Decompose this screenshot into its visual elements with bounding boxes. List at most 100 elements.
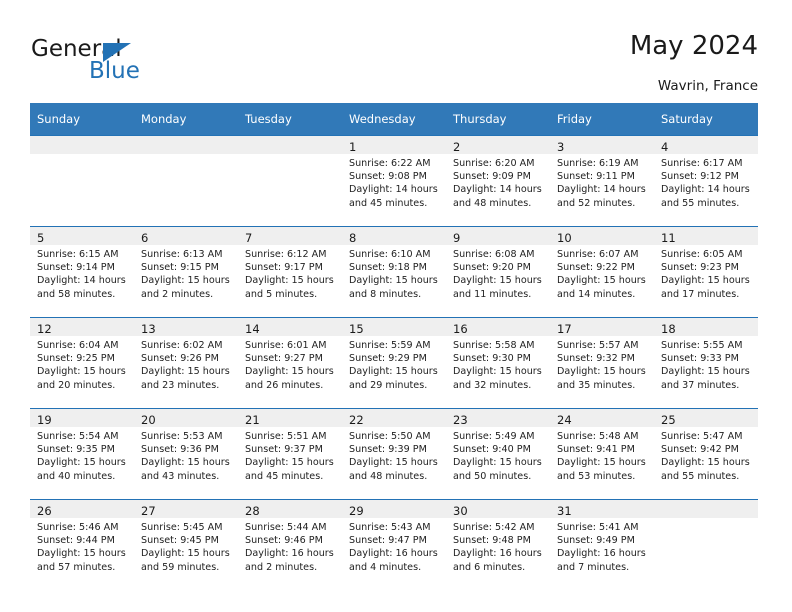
day-detail-line: Daylight: 14 hours bbox=[349, 184, 438, 196]
day-detail-line: Sunset: 9:45 PM bbox=[141, 535, 219, 547]
calendar-day-cell[interactable]: 1 Sunrise: 6:22 AM Sunset: 9:08 PM Daylight… bbox=[342, 135, 446, 227]
day-number-strip: 21 bbox=[238, 409, 342, 427]
day-detail-line: Sunrise: 5:44 AM bbox=[245, 522, 327, 533]
calendar-day-cell[interactable]: 6 Sunrise: 6:13 AM Sunset: 9:15 PM Daylight… bbox=[134, 226, 238, 318]
day-number-strip: 30 bbox=[446, 500, 550, 518]
calendar-day-cell[interactable]: 12 Sunrise: 6:04 AM Sunset: 9:25 PM Dayligh… bbox=[30, 317, 134, 409]
day-number-strip: 8 bbox=[342, 227, 446, 245]
day-detail-text: Sunrise: 6:17 AM Sunset: 9:12 PM Daylight:… bbox=[654, 154, 758, 210]
calendar-day-cell[interactable]: 5 Sunrise: 6:15 AM Sunset: 9:14 PM Daylight… bbox=[30, 226, 134, 318]
calendar-day-cell[interactable]: 21 Sunrise: 5:51 AM Sunset: 9:37 PM Dayligh… bbox=[238, 408, 342, 500]
day-detail-line: and 5 minutes. bbox=[245, 288, 318, 300]
calendar-day-cell[interactable]: 4 Sunrise: 6:17 AM Sunset: 9:12 PM Daylight… bbox=[654, 135, 758, 227]
day-detail-line: and 53 minutes. bbox=[557, 470, 636, 482]
calendar-day-cell[interactable]: 15 Sunrise: 5:59 AM Sunset: 9:29 PM Dayligh… bbox=[342, 317, 446, 409]
calendar-day-cell[interactable]: 8 Sunrise: 6:10 AM Sunset: 9:18 PM Daylight… bbox=[342, 226, 446, 318]
weekday-header-friday: Friday bbox=[550, 103, 654, 136]
day-number-strip: 28 bbox=[238, 500, 342, 518]
day-detail-line: Sunrise: 6:02 AM bbox=[141, 340, 223, 351]
calendar-day-cell[interactable]: 31 Sunrise: 5:41 AM Sunset: 9:49 PM Dayligh… bbox=[550, 499, 654, 590]
day-number-strip: 3 bbox=[550, 136, 654, 154]
calendar-day-cell[interactable]: 20 Sunrise: 5:53 AM Sunset: 9:36 PM Dayligh… bbox=[134, 408, 238, 500]
day-detail-text: Sunrise: 6:20 AM Sunset: 9:09 PM Daylight:… bbox=[446, 154, 550, 210]
day-number-strip: 27 bbox=[134, 500, 238, 518]
calendar-day-cell[interactable]: 27 Sunrise: 5:45 AM Sunset: 9:45 PM Dayligh… bbox=[134, 499, 238, 590]
calendar-day-cell[interactable]: 25 Sunrise: 5:47 AM Sunset: 9:42 PM Dayligh… bbox=[654, 408, 758, 500]
calendar-day-cell[interactable]: 23 Sunrise: 5:49 AM Sunset: 9:40 PM Dayligh… bbox=[446, 408, 550, 500]
day-detail-text: Sunrise: 5:41 AM Sunset: 9:49 PM Daylight:… bbox=[550, 518, 654, 574]
day-detail-line: and 26 minutes. bbox=[245, 379, 324, 391]
calendar-day-cell[interactable]: 29 Sunrise: 5:43 AM Sunset: 9:47 PM Dayligh… bbox=[342, 499, 446, 590]
day-detail-text: Sunrise: 6:22 AM Sunset: 9:08 PM Daylight:… bbox=[342, 154, 446, 210]
day-detail-line: Sunset: 9:48 PM bbox=[453, 535, 531, 547]
day-number-strip: 26 bbox=[30, 500, 134, 518]
calendar-day-cell[interactable]: 17 Sunrise: 5:57 AM Sunset: 9:32 PM Dayligh… bbox=[550, 317, 654, 409]
day-number: 25 bbox=[661, 413, 676, 427]
day-number-strip: 2 bbox=[446, 136, 550, 154]
day-detail-line: Sunset: 9:26 PM bbox=[141, 353, 219, 365]
day-detail-line: Sunset: 9:18 PM bbox=[349, 262, 427, 274]
calendar-week-row: 12 Sunrise: 6:04 AM Sunset: 9:25 PM Dayligh… bbox=[30, 317, 758, 409]
calendar-day-cell[interactable]: 14 Sunrise: 6:01 AM Sunset: 9:27 PM Dayligh… bbox=[238, 317, 342, 409]
calendar-day-cell[interactable]: 18 Sunrise: 5:55 AM Sunset: 9:33 PM Dayligh… bbox=[654, 317, 758, 409]
day-number: 23 bbox=[453, 413, 468, 427]
day-detail-text: Sunrise: 6:13 AM Sunset: 9:15 PM Daylight:… bbox=[134, 245, 238, 301]
day-number: 6 bbox=[141, 231, 149, 245]
calendar-day-cell[interactable]: 24 Sunrise: 5:48 AM Sunset: 9:41 PM Dayligh… bbox=[550, 408, 654, 500]
day-number: 30 bbox=[453, 504, 468, 518]
calendar-day-cell-empty bbox=[238, 135, 342, 227]
day-detail-line: Daylight: 15 hours bbox=[453, 366, 542, 378]
calendar-table: Sunday Monday Tuesday Wednesday Thursday Frid… bbox=[30, 103, 758, 590]
calendar-day-cell[interactable]: 28 Sunrise: 5:44 AM Sunset: 9:46 PM Dayligh… bbox=[238, 499, 342, 590]
calendar-day-cell-empty bbox=[30, 135, 134, 227]
generalblue-logo[interactable]: General Blue bbox=[31, 36, 231, 92]
day-detail-line: and 14 minutes. bbox=[557, 288, 636, 300]
calendar-day-cell[interactable]: 30 Sunrise: 5:42 AM Sunset: 9:48 PM Dayligh… bbox=[446, 499, 550, 590]
day-number: 2 bbox=[453, 140, 461, 154]
day-detail-line: and 37 minutes. bbox=[661, 379, 740, 391]
calendar-day-cell[interactable]: 11 Sunrise: 6:05 AM Sunset: 9:23 PM Dayligh… bbox=[654, 226, 758, 318]
day-detail-line: Daylight: 16 hours bbox=[245, 548, 334, 560]
calendar-day-cell[interactable]: 7 Sunrise: 6:12 AM Sunset: 9:17 PM Daylight… bbox=[238, 226, 342, 318]
calendar-day-cell[interactable]: 22 Sunrise: 5:50 AM Sunset: 9:39 PM Dayligh… bbox=[342, 408, 446, 500]
day-number-strip: 10 bbox=[550, 227, 654, 245]
day-detail-line: Sunset: 9:23 PM bbox=[661, 262, 739, 274]
day-detail-text: Sunrise: 6:01 AM Sunset: 9:27 PM Daylight:… bbox=[238, 336, 342, 392]
calendar-day-cell[interactable]: 26 Sunrise: 5:46 AM Sunset: 9:44 PM Dayligh… bbox=[30, 499, 134, 590]
day-detail-line: Sunrise: 5:59 AM bbox=[349, 340, 431, 351]
calendar-day-cell[interactable]: 16 Sunrise: 5:58 AM Sunset: 9:30 PM Dayligh… bbox=[446, 317, 550, 409]
day-number-strip: 29 bbox=[342, 500, 446, 518]
day-number-strip bbox=[238, 136, 342, 154]
day-number: 9 bbox=[453, 231, 461, 245]
day-detail-line: and 29 minutes. bbox=[349, 379, 428, 391]
day-detail-line: and 57 minutes. bbox=[37, 561, 116, 573]
day-detail-line: Sunrise: 5:41 AM bbox=[557, 522, 639, 533]
calendar-day-cell[interactable]: 10 Sunrise: 6:07 AM Sunset: 9:22 PM Dayligh… bbox=[550, 226, 654, 318]
day-number: 17 bbox=[557, 322, 572, 336]
day-detail-line: Sunset: 9:39 PM bbox=[349, 444, 427, 456]
day-detail-line: Daylight: 14 hours bbox=[37, 275, 126, 287]
day-detail-line: Sunrise: 5:53 AM bbox=[141, 431, 223, 442]
day-detail-line: Daylight: 15 hours bbox=[141, 457, 230, 469]
day-detail-line: Sunset: 9:25 PM bbox=[37, 353, 115, 365]
day-detail-line: Daylight: 15 hours bbox=[453, 275, 542, 287]
calendar-day-cell[interactable]: 3 Sunrise: 6:19 AM Sunset: 9:11 PM Daylight… bbox=[550, 135, 654, 227]
day-number: 3 bbox=[557, 140, 565, 154]
calendar-day-cell[interactable]: 13 Sunrise: 6:02 AM Sunset: 9:26 PM Dayligh… bbox=[134, 317, 238, 409]
day-number-strip: 22 bbox=[342, 409, 446, 427]
day-detail-line: Sunrise: 6:17 AM bbox=[661, 158, 743, 169]
page-subtitle-location: Wavrin, France bbox=[657, 78, 758, 94]
calendar-day-cell[interactable]: 9 Sunrise: 6:08 AM Sunset: 9:20 PM Daylight… bbox=[446, 226, 550, 318]
day-detail-line: Sunrise: 5:51 AM bbox=[245, 431, 327, 442]
day-number: 8 bbox=[349, 231, 357, 245]
day-number-strip: 1 bbox=[342, 136, 446, 154]
calendar-day-cell[interactable]: 19 Sunrise: 5:54 AM Sunset: 9:35 PM Dayligh… bbox=[30, 408, 134, 500]
day-detail-line: Sunrise: 5:58 AM bbox=[453, 340, 535, 351]
page-header: General Blue May 2024 Wavrin, France bbox=[0, 0, 792, 103]
weekday-header-sunday: Sunday bbox=[30, 103, 134, 136]
day-detail-text: Sunrise: 5:53 AM Sunset: 9:36 PM Daylight:… bbox=[134, 427, 238, 483]
day-detail-text: Sunrise: 5:51 AM Sunset: 9:37 PM Daylight:… bbox=[238, 427, 342, 483]
day-detail-line: Sunset: 9:30 PM bbox=[453, 353, 531, 365]
day-detail-line: Sunrise: 5:57 AM bbox=[557, 340, 639, 351]
calendar-day-cell[interactable]: 2 Sunrise: 6:20 AM Sunset: 9:09 PM Daylight… bbox=[446, 135, 550, 227]
